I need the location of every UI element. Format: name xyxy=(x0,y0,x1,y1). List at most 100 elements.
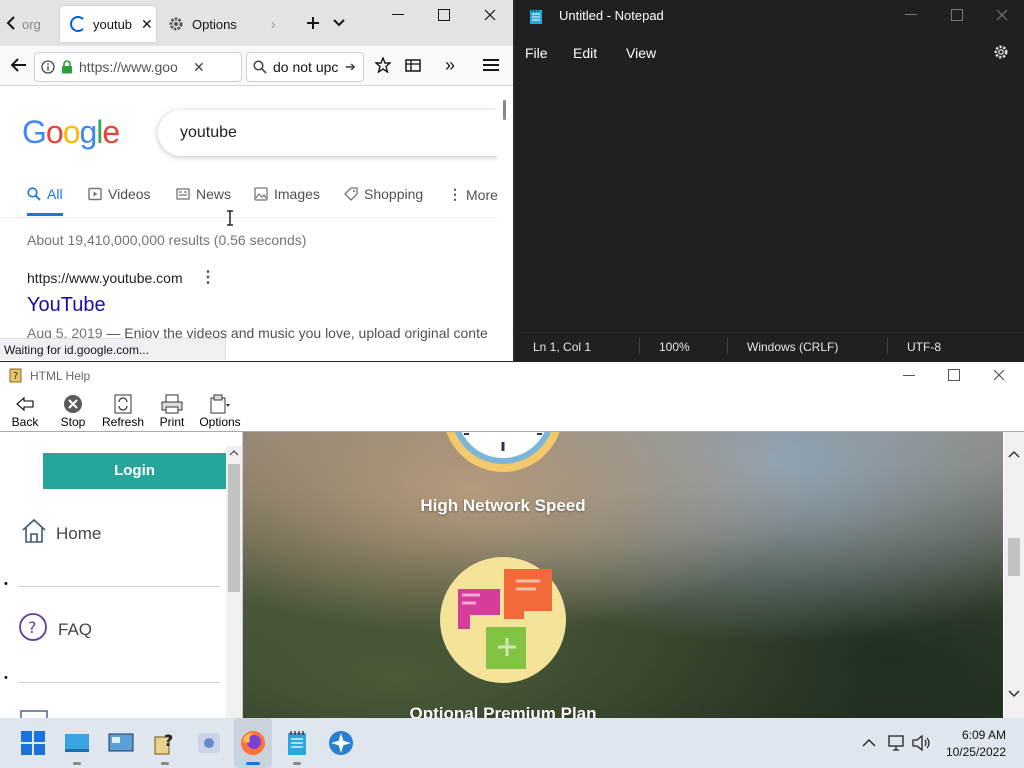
more-options-icon[interactable]: ⋮ xyxy=(200,267,216,287)
maximize-icon[interactable] xyxy=(951,9,963,21)
bullet: • xyxy=(4,672,8,684)
firefox-icon[interactable] xyxy=(240,730,266,756)
gear-icon[interactable] xyxy=(993,44,1009,60)
help-icon[interactable]: ? xyxy=(152,730,178,756)
tab-videos[interactable]: Videos xyxy=(88,186,151,202)
close-icon[interactable] xyxy=(996,9,1008,21)
tab-images[interactable]: Images xyxy=(254,186,320,202)
tab-label: youtub xyxy=(93,16,133,32)
back-button[interactable]: Back xyxy=(2,394,48,429)
app-icon[interactable] xyxy=(328,730,354,756)
plus-icon xyxy=(307,17,319,29)
taskbar: ? 6:09 AM 10/25/2022 xyxy=(0,718,1024,768)
search-text: do not upc xyxy=(273,59,339,75)
google-logo[interactable]: Google xyxy=(22,114,120,151)
overflow-menu-button[interactable]: » xyxy=(437,52,463,78)
minimize-icon[interactable] xyxy=(905,14,917,16)
tab-more-label: More xyxy=(466,186,498,203)
clock-icon xyxy=(446,432,560,472)
menu-file[interactable]: File xyxy=(525,45,548,61)
result-cite[interactable]: https://www.youtube.com xyxy=(27,270,183,286)
help-book-icon: ? xyxy=(9,368,22,383)
tab-shopping[interactable]: Shopping xyxy=(344,186,423,202)
maximize-icon[interactable] xyxy=(948,369,960,381)
refresh-button[interactable]: Refresh xyxy=(100,394,146,429)
menu-view[interactable]: View xyxy=(626,45,656,61)
stop-icon xyxy=(64,395,82,413)
control-panel-icon[interactable] xyxy=(108,730,134,756)
tab-partial[interactable]: org xyxy=(22,6,56,42)
search-bar[interactable]: do not upc ➔ xyxy=(246,52,364,82)
minimize-button[interactable] xyxy=(385,2,411,28)
scrollbar-thumb[interactable] xyxy=(1008,538,1020,576)
scrollbar-thumb[interactable] xyxy=(228,464,240,592)
status-bar: Waiting for id.google.com... xyxy=(0,338,226,360)
bookmark-button[interactable] xyxy=(370,52,396,78)
home-icon xyxy=(22,518,46,543)
html-help-window: ? HTML Help Back Stop Refresh Print Opti… xyxy=(0,362,1024,718)
info-icon xyxy=(41,60,55,74)
url-bar[interactable]: https://www.goo ✕ xyxy=(34,52,242,82)
maximize-button[interactable] xyxy=(431,2,457,28)
back-label: Back xyxy=(11,415,39,429)
partial-icon xyxy=(20,710,48,718)
running-indicator xyxy=(73,762,81,765)
sidebar: Login Home • ? FAQ • xyxy=(2,432,243,718)
minimize-icon[interactable] xyxy=(903,375,915,377)
volume-icon[interactable] xyxy=(912,735,932,751)
menu-edit[interactable]: Edit xyxy=(573,45,597,61)
tab-shopping-label: Shopping xyxy=(364,186,424,202)
close-tab-icon[interactable]: ✕ xyxy=(141,16,153,33)
sidebar-item-faq[interactable]: ? FAQ xyxy=(18,612,226,672)
options-icon xyxy=(210,394,230,414)
sidebar-item-home[interactable]: Home xyxy=(18,518,226,578)
notepad-icon[interactable] xyxy=(284,730,310,756)
reader-view-button[interactable] xyxy=(400,52,426,78)
cursor-position: Ln 1, Col 1 xyxy=(533,340,592,354)
back-button[interactable] xyxy=(6,52,32,78)
close-icon[interactable] xyxy=(993,369,1005,381)
content-pane: High Network Speed Optional Premium Plan xyxy=(243,432,1003,718)
zoom-level: 100% xyxy=(659,340,690,354)
tab-options[interactable]: Options › xyxy=(162,6,280,42)
tab-news[interactable]: News xyxy=(176,186,231,202)
scrollbar-thumb[interactable] xyxy=(503,100,506,120)
login-button[interactable]: Login xyxy=(43,453,226,489)
close-window-button[interactable] xyxy=(477,2,503,28)
tab-all-label: All xyxy=(47,186,63,202)
new-tab-button[interactable] xyxy=(300,10,326,36)
tab-all[interactable]: All xyxy=(27,186,63,202)
tab-scroll-left-button[interactable] xyxy=(0,10,22,36)
clock-date[interactable]: 10/25/2022 xyxy=(940,745,1006,759)
refresh-label: Refresh xyxy=(101,415,145,429)
stop-label: Stop xyxy=(60,415,86,429)
stop-button[interactable]: Stop xyxy=(50,394,96,429)
clear-url-icon[interactable]: ✕ xyxy=(193,59,205,76)
hamburger-menu-button[interactable] xyxy=(478,52,504,78)
list-all-tabs-button[interactable] xyxy=(326,10,352,36)
monitor-icon[interactable] xyxy=(64,730,90,756)
feature-title: Optional Premium Plan xyxy=(409,704,597,718)
google-search-box[interactable]: youtube xyxy=(158,110,513,156)
scrollbar[interactable] xyxy=(497,86,513,361)
chevron-up-icon[interactable] xyxy=(862,738,876,747)
chevron-down-icon xyxy=(1008,690,1020,698)
text-editor[interactable] xyxy=(515,70,1024,332)
options-button[interactable]: Options xyxy=(197,394,243,429)
sidebar-item-label: FAQ xyxy=(58,620,93,639)
print-button[interactable]: Print xyxy=(149,394,195,429)
tab-youtube[interactable]: youtub ✕ xyxy=(60,6,156,42)
chevron-down-icon xyxy=(333,19,345,27)
divider xyxy=(18,586,220,587)
settings-app-icon[interactable] xyxy=(196,730,222,756)
result-title[interactable]: YouTube xyxy=(27,294,106,317)
notepad-window: Untitled - Notepad File Edit View Ln 1, … xyxy=(515,0,1024,362)
windows-start-icon[interactable] xyxy=(20,730,46,756)
clock-time[interactable]: 6:09 AM xyxy=(940,728,1006,742)
network-icon[interactable] xyxy=(888,735,906,751)
arrow-right-icon[interactable]: ➔ xyxy=(345,59,356,75)
content-scrollbar[interactable] xyxy=(1004,432,1024,718)
sidebar-scrollbar[interactable] xyxy=(226,446,242,718)
chevron-right-icon[interactable]: › xyxy=(271,16,276,32)
tab-more[interactable]: ⋮ More xyxy=(448,186,498,203)
